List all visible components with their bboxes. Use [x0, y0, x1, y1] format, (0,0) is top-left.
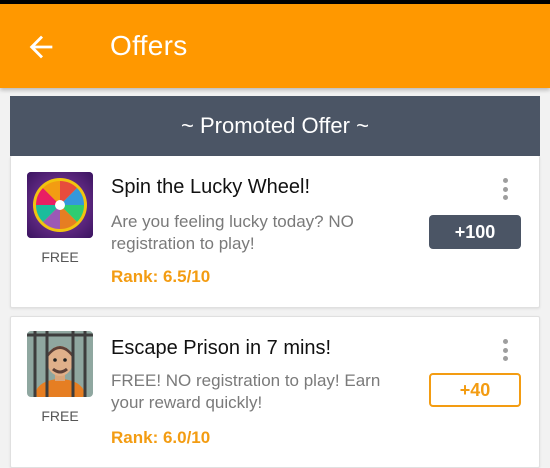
offer-title: Escape Prison in 7 mins!	[111, 337, 332, 359]
app-bar: Offers	[0, 4, 550, 88]
offer-rank: Rank: 6.5/10	[111, 267, 211, 286]
offer-card[interactable]: FREE Spin the Lucky Wheel! Are you feeli…	[10, 156, 540, 308]
arrow-left-icon	[29, 35, 53, 59]
page-title: Offers	[110, 30, 188, 61]
promoted-offer-header: ~ Promoted Offer ~	[10, 96, 540, 156]
reward-button[interactable]: +100	[429, 215, 521, 249]
offer-description: Are you feeling lucky today? NO registra…	[111, 212, 354, 253]
offer-rank: Rank: 6.0/10	[111, 428, 211, 447]
price-label: FREE	[41, 408, 79, 424]
more-options-icon[interactable]	[501, 178, 509, 200]
prisoner-icon	[27, 331, 93, 397]
reward-button[interactable]: +40	[429, 373, 521, 407]
offer-card[interactable]: FREE Escape Prison in 7 mins! FREE! NO r…	[10, 316, 540, 468]
lucky-wheel-icon	[27, 172, 93, 238]
price-label: FREE	[41, 249, 79, 265]
offer-title: Spin the Lucky Wheel!	[111, 176, 310, 198]
back-button[interactable]	[24, 30, 58, 64]
more-options-icon[interactable]	[501, 339, 509, 361]
offer-description: FREE! NO registration to play! Earn your…	[111, 371, 381, 412]
